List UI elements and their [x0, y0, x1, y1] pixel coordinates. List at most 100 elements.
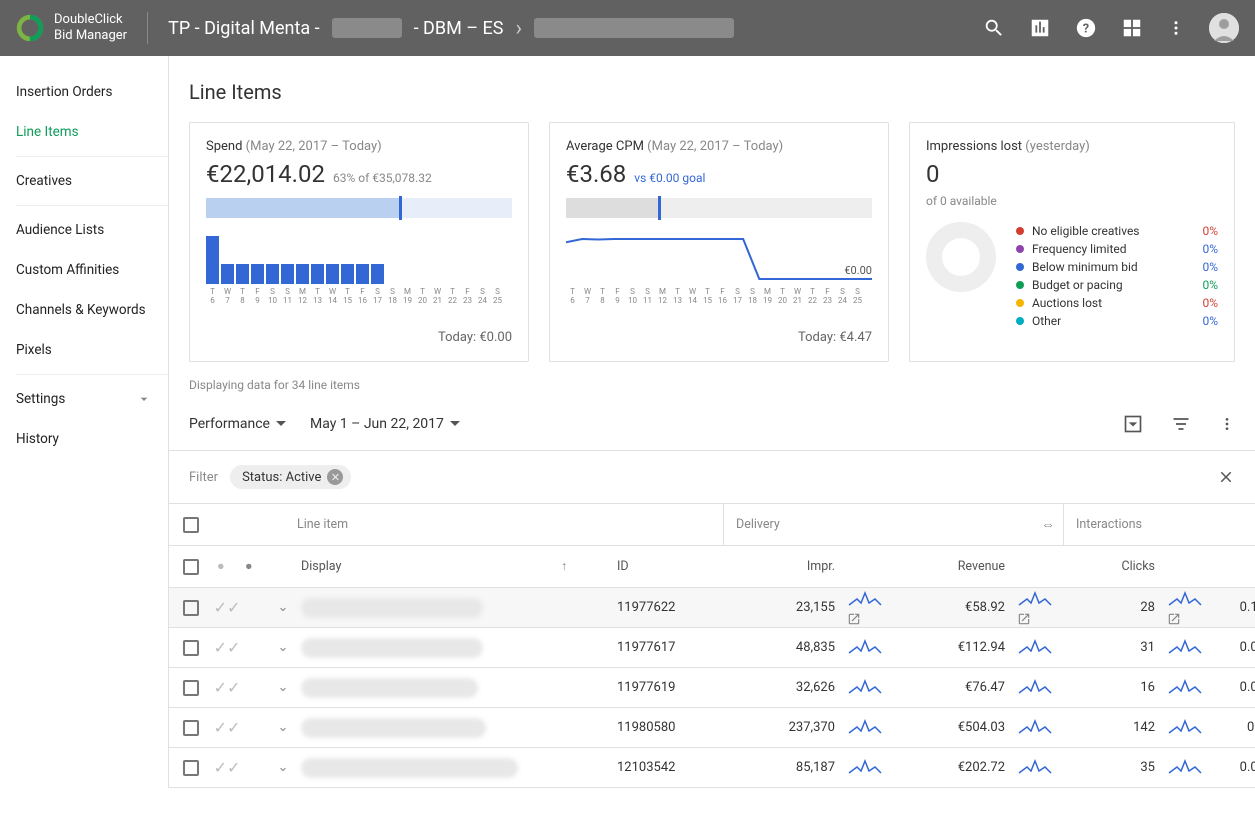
cell-impr: 48,835 — [723, 640, 843, 655]
bar — [341, 264, 354, 284]
sparkline-icon — [847, 677, 883, 695]
col-impr[interactable]: Impr. — [723, 559, 843, 574]
view-dropdown[interactable]: Performance — [189, 416, 286, 432]
chip-label: Status: Active — [242, 470, 321, 485]
cell-revenue: €112.94 — [893, 640, 1013, 655]
bar — [326, 264, 339, 284]
xtick: S18 — [746, 288, 759, 306]
filter-chip-status[interactable]: Status: Active ✕ — [230, 465, 351, 489]
select-all-checkbox[interactable] — [183, 559, 199, 575]
open-external-icon[interactable] — [1167, 612, 1181, 626]
cell-id: 11977619 — [613, 680, 723, 695]
open-external-icon[interactable] — [1017, 612, 1031, 626]
expand-row-icon[interactable]: ⌄ — [269, 600, 297, 615]
cell-impr: 85,187 — [723, 760, 843, 775]
xtick: W14 — [686, 288, 699, 306]
sidebar-item-pixels[interactable]: Pixels — [0, 330, 168, 370]
xtick: W21 — [431, 288, 444, 306]
expand-row-icon[interactable]: ⌄ — [269, 680, 297, 695]
row-checkbox[interactable] — [183, 600, 199, 616]
table-row[interactable]: ✓✓⌄1210354285,187€202.72350.04 — [169, 748, 1255, 788]
expand-row-icon[interactable]: ⌄ — [269, 640, 297, 655]
cpm-today: Today: €4.47 — [566, 330, 872, 345]
sort-arrow-up-icon[interactable]: ↑ — [557, 559, 613, 574]
sidebar-item-channels-keywords[interactable]: Channels & Keywords — [0, 290, 168, 330]
filter-icon[interactable] — [1171, 414, 1191, 434]
xtick: F9 — [611, 288, 624, 306]
expand-row-icon[interactable]: ⌄ — [269, 720, 297, 735]
sidebar-item-line-items[interactable]: Line Items — [0, 112, 168, 152]
help-icon[interactable]: ? — [1075, 17, 1097, 39]
bar — [221, 264, 234, 284]
breadcrumb[interactable]: TP - Digital Menta - - DBM – ES › — [168, 16, 983, 41]
select-all-checkbox[interactable] — [183, 517, 199, 533]
product-name-1: DoubleClick — [54, 12, 127, 28]
expand-icon[interactable] — [1123, 414, 1143, 434]
col-c[interactable]: C — [1213, 559, 1255, 574]
sidebar-item-insertion-orders[interactable]: Insertion Orders — [0, 72, 168, 112]
more-vert-icon[interactable] — [1167, 17, 1185, 39]
expand-row-icon[interactable]: ⌄ — [269, 760, 297, 775]
sparkline-icon — [847, 589, 883, 607]
imp-value: 0 — [926, 160, 940, 188]
xtick: T20 — [416, 288, 429, 306]
breadcrumb-advertiser: TP - Digital Menta - — [168, 18, 320, 39]
table-column-header: ● ● Display ↑ ID Impr. Revenue Clicks C — [169, 546, 1255, 588]
legend-item: No eligible creatives0% — [1016, 222, 1218, 240]
sidebar-item-custom-affinities[interactable]: Custom Affinities — [0, 250, 168, 290]
col-id[interactable]: ID — [613, 559, 723, 574]
col-revenue[interactable]: Revenue — [893, 559, 1013, 574]
expand-columns-icon[interactable]: ⇔ — [1041, 516, 1055, 533]
table-row[interactable]: ✓✓⌄11980580237,370€504.031420.0 — [169, 708, 1255, 748]
more-vert-icon[interactable] — [1219, 414, 1235, 434]
row-checkbox[interactable] — [183, 720, 199, 736]
legend-label: No eligible creatives — [1032, 224, 1140, 238]
user-avatar[interactable] — [1209, 13, 1239, 43]
col-clicks[interactable]: Clicks — [1063, 559, 1163, 574]
sidebar-item-audience-lists[interactable]: Audience Lists — [0, 210, 168, 250]
cell-revenue: €58.92 — [893, 600, 1013, 615]
close-icon[interactable] — [1217, 468, 1235, 486]
row-checkbox[interactable] — [183, 760, 199, 776]
cpm-value: €3.68 — [566, 160, 626, 188]
legend-label: Auctions lost — [1032, 296, 1102, 310]
product-logo: DoubleClick Bid Manager — [16, 12, 127, 43]
sidebar-item-creatives[interactable]: Creatives — [0, 161, 168, 201]
search-icon[interactable] — [983, 17, 1005, 39]
row-checkbox[interactable] — [183, 680, 199, 696]
chip-remove-icon[interactable]: ✕ — [327, 469, 343, 485]
sidebar-divider — [16, 374, 168, 375]
card-cpm: Average CPM (May 22, 2017 – Today) €3.68… — [549, 122, 889, 362]
status-check-icon: ✓✓ — [213, 758, 241, 777]
xtick: F23 — [461, 288, 474, 306]
cell-c: 0.0 — [1213, 720, 1255, 735]
apps-icon[interactable] — [1121, 17, 1143, 39]
table-row[interactable]: ✓✓⌄1197761748,835€112.94310.06 — [169, 628, 1255, 668]
header-actions: ? — [983, 13, 1239, 43]
xtick: S17 — [371, 288, 384, 306]
chart-icon[interactable] — [1029, 17, 1051, 39]
xtick: F16 — [356, 288, 369, 306]
bar — [236, 264, 249, 284]
cell-c: 0.12 — [1213, 600, 1255, 615]
legend-pct: 0% — [1202, 296, 1218, 310]
table-row[interactable]: ✓✓⌄1197762223,155€58.92280.12 — [169, 588, 1255, 628]
sparkline-icon — [1167, 717, 1203, 735]
sidebar-item-settings[interactable]: Settings — [0, 379, 168, 419]
sidebar-item-label: Settings — [16, 391, 65, 407]
legend-dot-icon — [1016, 299, 1024, 307]
date-range-dropdown[interactable]: May 1 – Jun 22, 2017 — [310, 416, 460, 432]
row-checkbox[interactable] — [183, 640, 199, 656]
bar — [206, 236, 219, 284]
cell-clicks: 16 — [1063, 680, 1163, 695]
col-display[interactable]: Display — [297, 559, 557, 574]
line-item-name-redacted — [301, 718, 486, 738]
line-item-name-redacted — [301, 678, 478, 698]
cpm-goal: vs €0.00 goal — [634, 171, 705, 185]
sparkline-icon — [1017, 589, 1053, 607]
cell-c: 0.04 — [1213, 760, 1255, 775]
sparkline-icon — [1017, 677, 1053, 695]
open-external-icon[interactable] — [847, 612, 861, 626]
sidebar-item-history[interactable]: History — [0, 419, 168, 459]
table-row[interactable]: ✓✓⌄1197761932,626€76.47160.04 — [169, 668, 1255, 708]
